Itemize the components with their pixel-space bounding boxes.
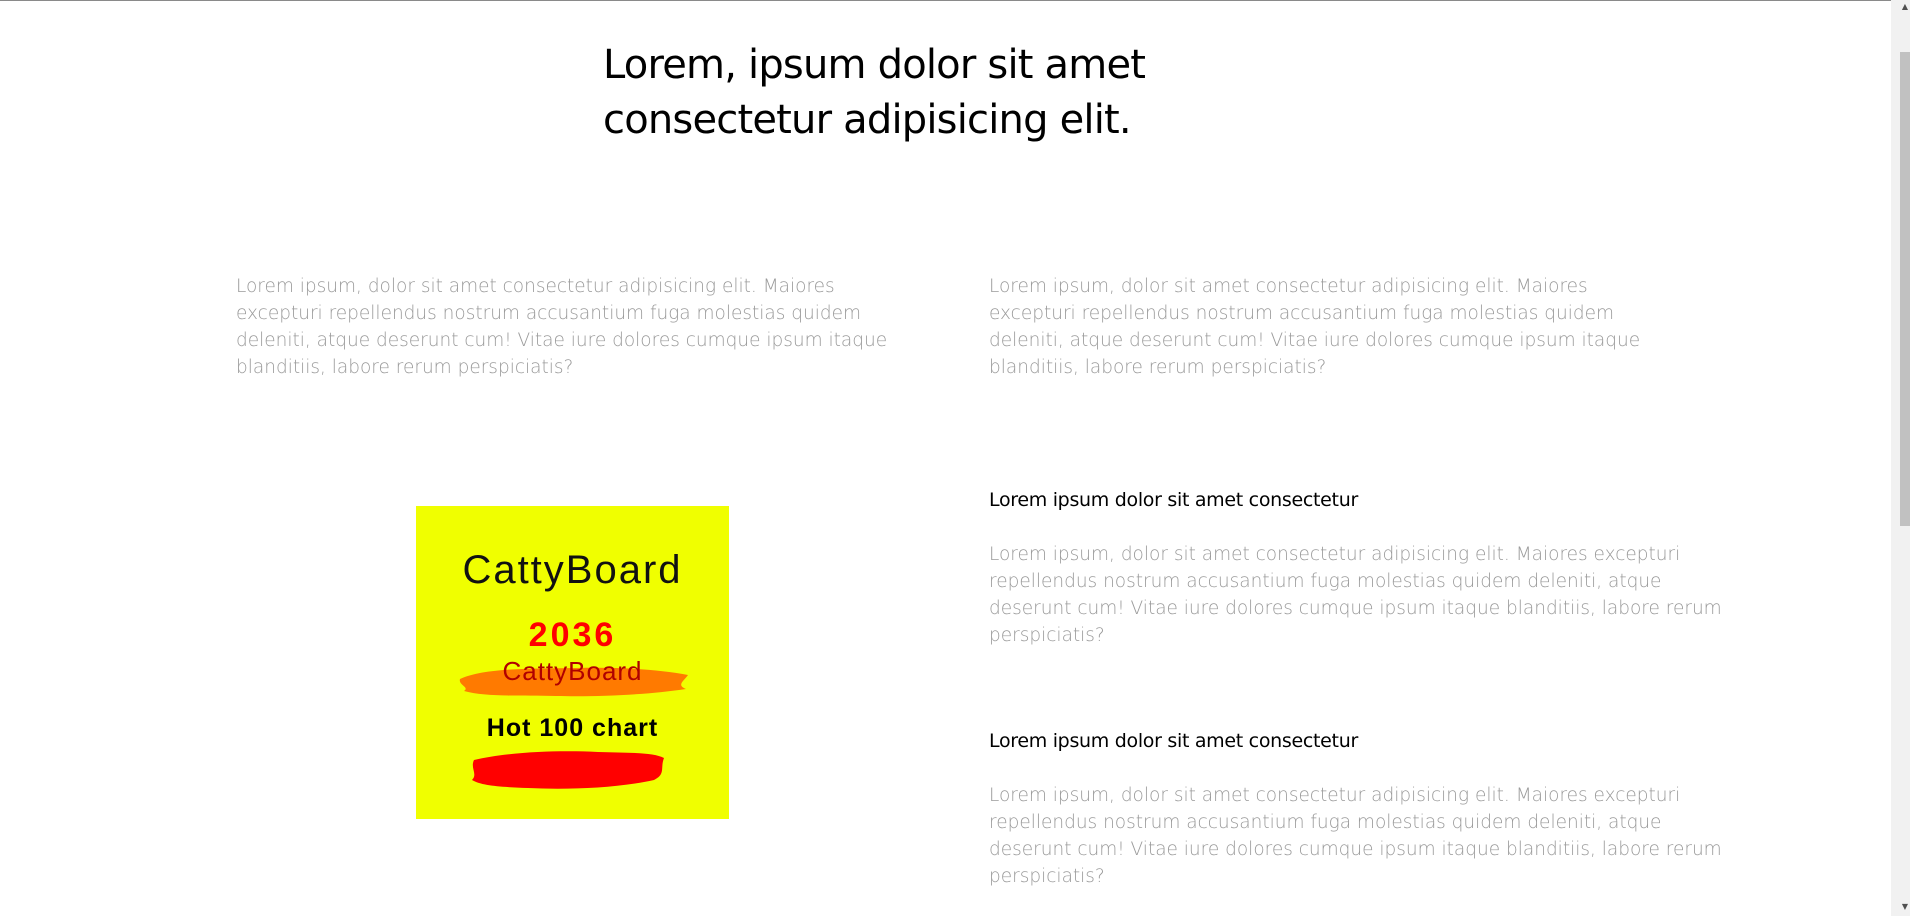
feature-heading-1: Lorem ipsum dolor sit amet consectetur <box>989 489 1358 511</box>
logo-title: CattyBoard <box>462 548 683 592</box>
feature-text-2: Lorem ipsum, dolor sit amet consectetur … <box>989 785 1722 887</box>
logo-tagline: Hot 100 chart <box>486 714 659 742</box>
feature-heading-2: Lorem ipsum dolor sit amet consectetur <box>989 730 1358 752</box>
intro-text-left: Lorem ipsum, dolor sit amet consectetur … <box>236 276 888 378</box>
logo-subtitle: CattyBoard <box>502 656 643 686</box>
page-content: Lorem, ipsum dolor sit amet consectetur … <box>0 0 1891 916</box>
scroll-down-arrow-icon[interactable]: ▼ <box>1900 900 1910 914</box>
intro-text-right: Lorem ipsum, dolor sit amet consectetur … <box>989 276 1641 378</box>
feature-text-1: Lorem ipsum, dolor sit amet consectetur … <box>989 544 1722 646</box>
cattyboard-logo-image: CattyBoard 2036 CattyBoard Hot 100 chart <box>416 506 729 819</box>
logo-year: 2036 <box>528 616 617 654</box>
red-brush-stroke <box>472 751 664 789</box>
scrollbar-thumb[interactable] <box>1900 52 1910 526</box>
hero-title: Lorem, ipsum dolor sit amet consectetur … <box>603 42 1146 143</box>
scroll-up-arrow-icon[interactable]: ▲ <box>1900 0 1910 14</box>
vertical-scrollbar[interactable]: ▲ ▼ <box>1891 0 1910 916</box>
